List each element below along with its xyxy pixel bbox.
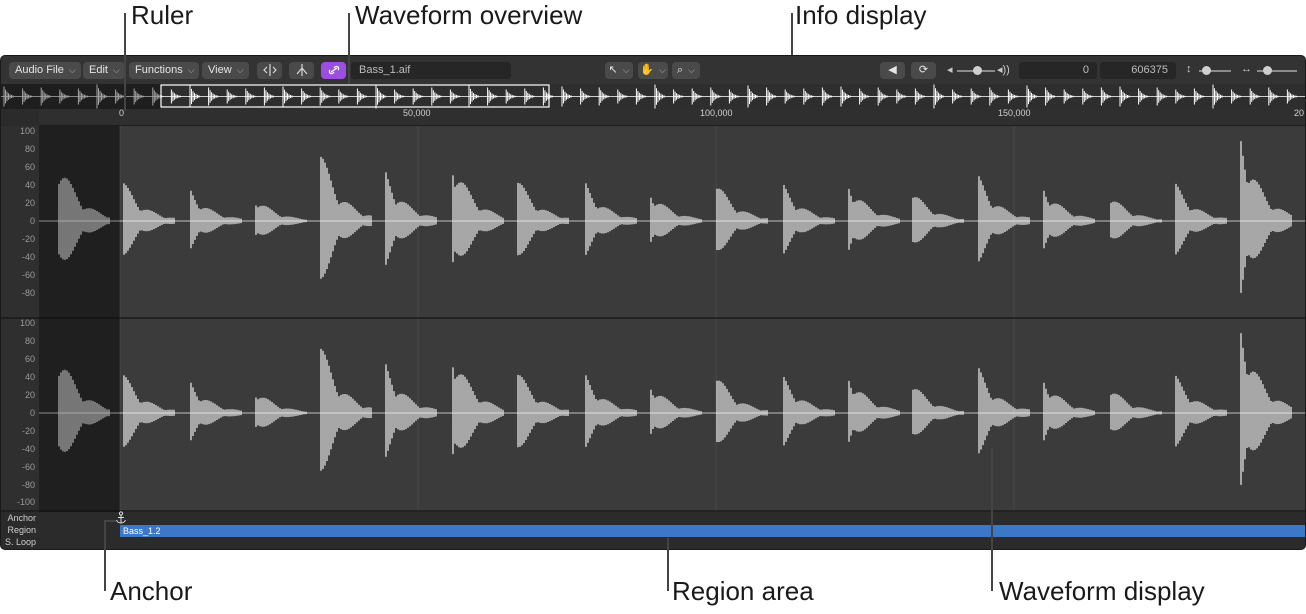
amplitude-label: 60	[24, 354, 35, 364]
info-end-field[interactable]: 606375	[1100, 62, 1176, 79]
anchor-leader-tick	[104, 520, 116, 522]
callout-waveform-display: Waveform display	[999, 576, 1205, 606]
amplitude-label: 0	[29, 216, 35, 226]
amplitude-label: 100	[19, 126, 35, 136]
waveform-leader-line	[991, 448, 993, 591]
amplitude-label: -40	[21, 444, 35, 454]
chevron-down-icon: ⌵	[68, 65, 76, 75]
waveform-display[interactable]	[1, 126, 1305, 512]
view-menu-label: View	[208, 64, 232, 76]
horizontal-zoom-knob[interactable]	[1263, 66, 1272, 75]
hand-tool-button[interactable]: ✋ ⌵	[638, 62, 668, 79]
amplitude-label: 100	[19, 318, 35, 328]
edit-menu-button[interactable]: Edit ⌵	[83, 62, 125, 79]
amplitude-label: 40	[24, 372, 35, 382]
link-icon	[328, 65, 339, 75]
ruler-tick-label: 100,000	[700, 108, 733, 118]
split-button[interactable]	[257, 62, 282, 79]
file-name-field[interactable]: Bass_1.aif	[351, 62, 511, 79]
chevron-down-icon: ⌵	[236, 65, 244, 75]
audio-editor-window: Audio File ⌵ Edit ⌵ Functions ⌵ View ⌵ Bass_…	[0, 55, 1306, 550]
split-icon	[262, 64, 277, 76]
zero-crossing-icon	[296, 64, 307, 76]
callout-ruler: Ruler	[131, 0, 194, 30]
functions-menu-button[interactable]: Functions ⌵	[129, 62, 199, 79]
pointer-tool-button[interactable]: ↖ ⌵	[605, 62, 633, 79]
pointer-icon: ↖	[608, 64, 618, 76]
region-leader-line	[667, 538, 669, 591]
amplitude-label: -60	[21, 462, 35, 472]
zoom-icon: ⌕	[677, 64, 684, 76]
zoom-tool-button[interactable]: ⌕ ⌵	[672, 62, 700, 79]
audio-file-menu-button[interactable]: Audio File ⌵	[9, 62, 81, 79]
amplitude-label: 80	[24, 336, 35, 346]
volume-low-icon: ◂	[947, 64, 953, 76]
callout-anchor: Anchor	[110, 576, 193, 606]
overview-leader-line	[348, 13, 350, 84]
chevron-down-icon: ⌵	[658, 65, 666, 75]
amplitude-label: 60	[24, 162, 35, 172]
callout-region-area: Region area	[672, 576, 814, 606]
anchor-lane-label: Anchor	[7, 513, 36, 523]
toolbar: Audio File ⌵ Edit ⌵ Functions ⌵ View ⌵ Bass_…	[1, 56, 1305, 85]
anchor-icon[interactable]	[113, 511, 129, 525]
view-menu-button[interactable]: View ⌵	[202, 62, 249, 79]
loop-icon: ⟳	[918, 64, 929, 76]
vertical-zoom-knob[interactable]	[1202, 66, 1211, 75]
amplitude-label: 80	[24, 144, 35, 154]
amplitude-label: -20	[21, 234, 35, 244]
amplitude-label: 0	[29, 408, 35, 418]
cycle-button[interactable]: ⟳	[911, 62, 936, 79]
chevron-down-icon: ⌵	[112, 65, 120, 75]
chevron-down-icon: ⌵	[187, 65, 195, 75]
callout-waveform-overview: Waveform overview	[355, 0, 583, 30]
volume-high-icon: ◂))	[997, 64, 1010, 76]
chevron-down-icon: ⌵	[622, 65, 630, 75]
region-name: Bass_1.2	[123, 526, 161, 536]
volume-slider-knob[interactable]	[973, 66, 982, 75]
amplitude-label: -60	[21, 270, 35, 280]
amplitude-label: 40	[24, 180, 35, 190]
s-loop-lane-label: S. Loop	[4, 537, 36, 547]
audio-file-menu-label: Audio File	[15, 64, 64, 76]
amplitude-label: -20	[21, 426, 35, 436]
snap-to-zero-crossing-button[interactable]	[289, 62, 314, 79]
ruler-tick-label: 20	[1294, 108, 1305, 118]
info-start-field[interactable]: 0	[1019, 62, 1097, 79]
info-leader-line	[791, 13, 793, 55]
hand-icon: ✋	[640, 64, 654, 76]
ruler[interactable]	[39, 109, 1305, 126]
waveform-overview[interactable]	[1, 84, 1305, 109]
functions-menu-label: Functions	[135, 64, 183, 76]
callout-info-display: Info display	[795, 0, 927, 30]
horizontal-zoom-icon: ↔	[1241, 63, 1252, 75]
amplitude-label: -80	[21, 480, 35, 490]
vertical-zoom-icon: ↕	[1186, 63, 1192, 75]
link-button[interactable]	[321, 62, 346, 79]
amplitude-label: -80	[21, 288, 35, 298]
region-bar[interactable]	[120, 525, 1305, 537]
ruler-tick-label: 50,000	[403, 108, 431, 118]
speaker-icon: ◀	[888, 64, 897, 76]
amplitude-label: -40	[21, 252, 35, 262]
preview-button[interactable]: ◀	[880, 62, 905, 79]
chevron-down-icon: ⌵	[688, 65, 695, 75]
amplitude-label: 20	[24, 198, 35, 208]
amplitude-label: -100	[16, 497, 35, 507]
region-lane-label: Region	[7, 525, 36, 535]
amplitude-label: 20	[24, 390, 35, 400]
anchor-leader-line	[104, 520, 106, 591]
ruler-tick-label: 150,000	[998, 108, 1031, 118]
ruler-leader-line	[124, 13, 126, 111]
edit-menu-label: Edit	[89, 64, 108, 76]
